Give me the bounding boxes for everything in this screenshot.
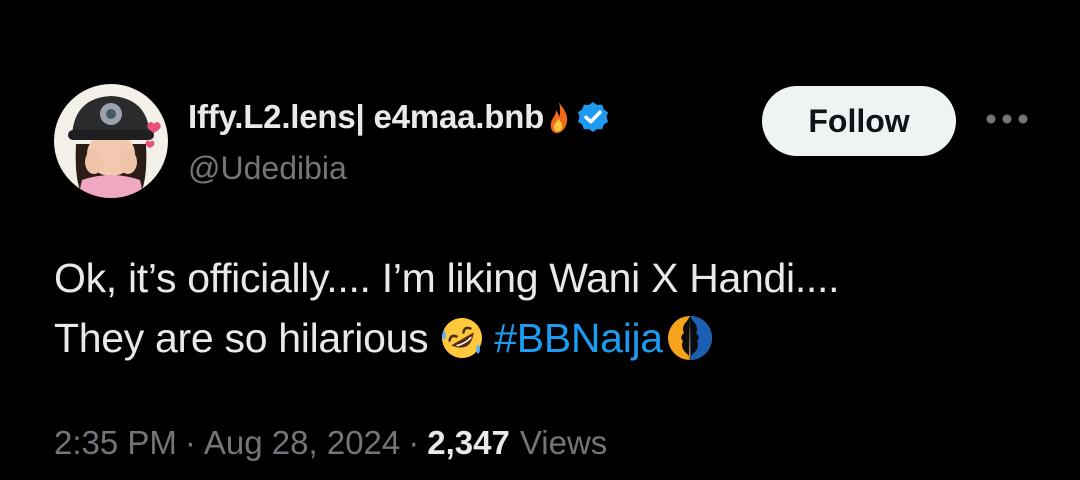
avatar[interactable] (54, 84, 168, 198)
views-count[interactable]: 2,347 (427, 424, 510, 462)
tweet-text: Ok, it’s officially.... I’m liking Wani … (54, 248, 1054, 368)
tweet-date[interactable]: Aug 28, 2024 (204, 424, 400, 462)
separator: · (408, 424, 420, 461)
hashtag-link[interactable]: #BBNaija (494, 308, 663, 368)
author-handle[interactable]: @Udedibia (188, 150, 347, 187)
author-display-name[interactable]: Iffy.L2.lens| e4maa.bnb (188, 98, 544, 136)
bbnaija-hashflag-icon (665, 313, 715, 363)
verified-icon[interactable] (574, 98, 612, 136)
fire-emoji-icon (548, 100, 570, 134)
follow-button[interactable]: Follow (762, 86, 956, 156)
more-options-icon[interactable] (984, 104, 1030, 134)
tweet-meta: 2:35 PM · Aug 28, 2024 · 2,347 Views (54, 424, 607, 462)
views-label[interactable]: Views (520, 424, 607, 462)
avatar-image (54, 84, 168, 198)
rolling-on-floor-laughing-emoji-icon (438, 314, 486, 362)
tweet-text-line-2: They are so hilarious #BBNaija (54, 308, 1054, 368)
author-name-row: Iffy.L2.lens| e4maa.bnb (188, 92, 612, 142)
tweet-text-line-1: Ok, it’s officially.... I’m liking Wani … (54, 255, 840, 301)
tweet-card: Iffy.L2.lens| e4maa.bnb @Udedibia Follow… (0, 0, 1080, 480)
tweet-time[interactable]: 2:35 PM (54, 424, 177, 462)
separator: · (184, 424, 196, 461)
tweet-text-segment: They are so hilarious (54, 315, 429, 361)
